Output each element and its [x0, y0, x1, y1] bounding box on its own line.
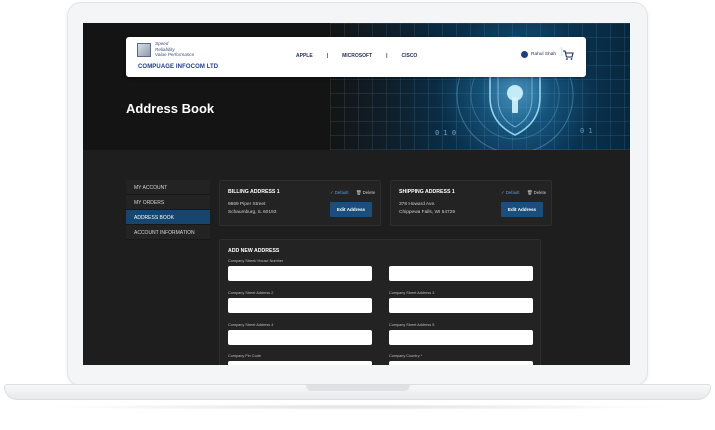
- page-title: Address Book: [126, 101, 215, 116]
- shipping-delete-label: Delete: [533, 190, 547, 195]
- hero-banner: 0 1 0 0 1 1 0 0 Speed Reliability Value …: [83, 23, 630, 150]
- tagline-line: Value Performance: [155, 52, 195, 57]
- sidebar-item-address-book[interactable]: ADDRESS BOOK: [126, 210, 210, 225]
- country-input[interactable]: [389, 361, 533, 365]
- billing-edit-address-button[interactable]: Edit Address: [330, 202, 372, 217]
- site-header: Speed Reliability Value Performance COMP…: [126, 37, 586, 77]
- svg-text:0 1: 0 1: [580, 127, 593, 135]
- nav-item-microsoft[interactable]: MICROSOFT: [342, 53, 372, 59]
- shipping-address-line-1: 378 Howard Ave.: [399, 202, 436, 207]
- billing-delete-label: Delete: [362, 190, 376, 195]
- street3-label: Company Street Address 3: [389, 291, 435, 295]
- main-nav: APPLE | MICROSOFT | CISCO: [296, 53, 417, 59]
- sidebar-item-account-information[interactable]: ACCOUNT INFORMATION: [126, 225, 210, 240]
- billing-default-link[interactable]: ✓ Default: [330, 190, 348, 196]
- billing-address-title: BILLING ADDRESS 1: [228, 189, 280, 195]
- nav-separator: |: [386, 53, 388, 59]
- shipping-address-title: SHIPPING ADDRESS 1: [399, 189, 455, 195]
- trash-icon: 🗑: [527, 190, 533, 195]
- add-new-address-title: ADD NEW ADDRESS: [228, 248, 280, 254]
- laptop-mockup: 0 1 0 0 1 1 0 0 Speed Reliability Value …: [0, 0, 715, 430]
- street-house-extra-input[interactable]: [389, 266, 533, 281]
- street-house-input[interactable]: [228, 266, 372, 281]
- trash-icon: 🗑: [356, 190, 362, 195]
- street5-input[interactable]: [389, 330, 533, 345]
- shipping-address-card: SHIPPING ADDRESS 1 ✓ Default 🗑 Delete 37…: [390, 180, 552, 226]
- shipping-default-link[interactable]: ✓ Default: [501, 190, 519, 196]
- nav-item-apple[interactable]: APPLE: [296, 53, 313, 59]
- street5-label: Company Street Address 5: [389, 323, 435, 327]
- street4-label: Company Street Address 4: [228, 323, 274, 327]
- user-icon: [521, 51, 528, 58]
- street-house-label: Company Street/ House Number: [228, 259, 284, 263]
- add-new-address-form: ADD NEW ADDRESS Company Street/ House Nu…: [219, 239, 541, 365]
- sidebar-item-my-orders[interactable]: MY ORDERS: [126, 195, 210, 210]
- pin-code-label: Company Pin Code: [228, 354, 261, 358]
- pin-code-input[interactable]: [228, 361, 372, 365]
- billing-address-line-2: Schaumburg, IL 60193: [228, 210, 277, 215]
- company-logo-icon[interactable]: [137, 43, 151, 57]
- screen: 0 1 0 0 1 1 0 0 Speed Reliability Value …: [83, 23, 630, 365]
- billing-address-line-1: 9669 Piper Street: [228, 202, 266, 207]
- sidebar-item-my-account[interactable]: MY ACCOUNT: [126, 180, 210, 195]
- country-label: Company Country *: [389, 354, 423, 358]
- company-name[interactable]: COMPUAGE INFOCOM LTD: [138, 64, 218, 70]
- shipping-address-line-2: Chippewa Falls, WI 54729: [399, 210, 455, 215]
- street2-label: Company Street Address 2: [228, 291, 274, 295]
- laptop-notch: [306, 385, 410, 391]
- street4-input[interactable]: [228, 330, 372, 345]
- svg-text:0 1 0: 0 1 0: [435, 129, 456, 137]
- nav-separator: |: [326, 53, 329, 59]
- user-menu[interactable]: Rahul Shah: [521, 51, 556, 58]
- billing-delete-link[interactable]: 🗑 Delete: [356, 190, 375, 196]
- billing-address-card: BILLING ADDRESS 1 ✓ Default 🗑 Delete 966…: [219, 180, 381, 226]
- user-name: Rahul Shah: [531, 52, 557, 57]
- nav-item-cisco[interactable]: CISCO: [401, 53, 417, 59]
- laptop-shadow: [40, 404, 675, 410]
- cart-count: 1: [558, 45, 565, 60]
- street2-input[interactable]: [228, 298, 372, 313]
- account-sidebar: MY ACCOUNT MY ORDERS ADDRESS BOOK ACCOUN…: [126, 180, 210, 240]
- street3-input[interactable]: [389, 298, 533, 313]
- logo-tagline: Speed Reliability Value Performance: [155, 41, 194, 58]
- shipping-delete-link[interactable]: 🗑 Delete: [527, 190, 546, 196]
- shipping-edit-address-button[interactable]: Edit Address: [501, 202, 543, 217]
